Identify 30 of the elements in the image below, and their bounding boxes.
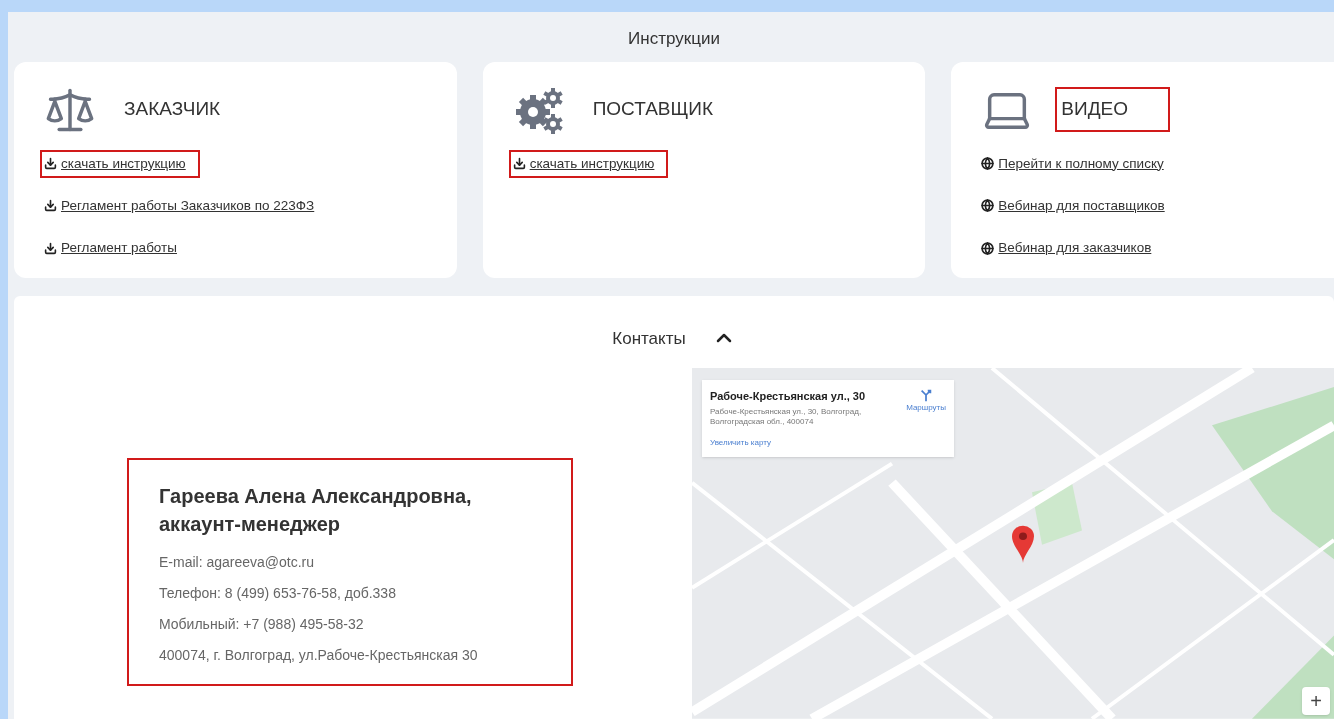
contact-name: Гареева Алена Александровна, аккаунт-менеджер [159, 484, 473, 538]
popup-title: Рабоче-Крестьянская ул., 30 [710, 389, 867, 405]
popup-address: Рабоче-Крестьянская ул., 30, Волгоград, Волгоградская обл., 400074 [710, 406, 863, 427]
card-title: ВИДЕО [1055, 87, 1170, 132]
instruction-link[interactable]: Перейти к полному списку [977, 149, 1168, 178]
contact-detail: 400074, г. Волгоград, ул.Рабоче-Крестьянская 30 [159, 646, 479, 666]
download-icon [512, 157, 526, 171]
contact-detail: E-mail: agareeva@otc.ru [159, 553, 316, 573]
download-icon [44, 199, 57, 213]
instruction-link[interactable]: Вебинар для заказчиков [977, 234, 1156, 263]
globe-icon [981, 241, 995, 255]
instruction-link[interactable]: Вебинар для поставщиков [977, 191, 1169, 220]
zoom-in-button[interactable]: + [1302, 687, 1330, 715]
download-icon [44, 157, 57, 171]
card-title: ЗАКАЗЧИК [123, 97, 222, 122]
section-title: Инструкции [628, 28, 720, 50]
instruction-link[interactable]: Регламент работы [40, 234, 181, 263]
globe-icon [981, 199, 995, 213]
download-icon [44, 241, 57, 255]
instruction-link[interactable]: Регламент работы Заказчиков по 223ФЗ [40, 191, 319, 220]
enlarge-map-link[interactable]: Увеличить карту [710, 436, 899, 449]
contact-detail: Мобильный: +7 (988) 495-58-32 [159, 615, 365, 635]
card-title: ПОСТАВЩИК [591, 97, 715, 122]
globe-icon [981, 157, 995, 171]
directions-link[interactable]: Маршруты [906, 388, 946, 449]
instruction-link[interactable]: скачать инструкцию [40, 149, 200, 178]
directions-icon [919, 388, 934, 403]
section-title: Контакты [612, 327, 686, 350]
instruction-link[interactable]: скачать инструкцию [508, 149, 669, 178]
contact-detail: Телефон: 8 (499) 653-76-58, доб.338 [159, 584, 397, 604]
